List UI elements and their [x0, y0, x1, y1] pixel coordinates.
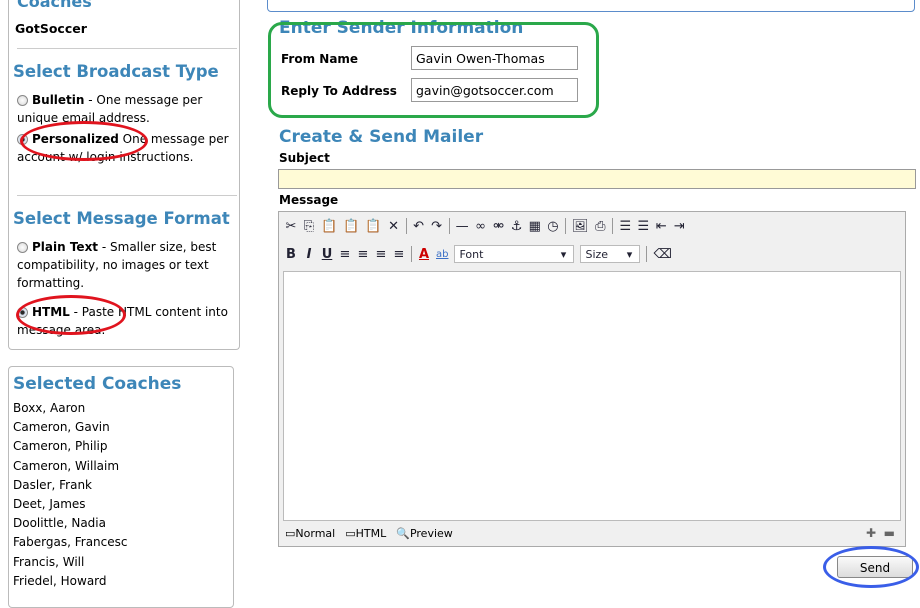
resize-controls: ✚ ▬	[866, 526, 895, 540]
paste-text-icon[interactable]: 📋	[343, 219, 359, 234]
blue-annotation-ring	[823, 546, 919, 588]
horizontal-rule-icon[interactable]: —	[456, 219, 469, 234]
list-item: Cameron, Philip	[13, 439, 108, 454]
redo-icon[interactable]: ↷	[431, 219, 443, 234]
toolbar-divider	[564, 218, 566, 234]
normal-mode-label: Normal	[295, 527, 336, 540]
toolbar-divider	[646, 246, 648, 262]
toolbar-divider	[405, 218, 407, 234]
divider	[17, 195, 237, 196]
html-mode-tab[interactable]: ▭HTML	[345, 527, 386, 540]
broadcast-type-heading: Select Broadcast Type	[13, 62, 219, 81]
normal-mode-tab[interactable]: ▭Normal	[285, 527, 335, 540]
list-item: Dasler, Frank	[13, 477, 92, 492]
size-select[interactable]: Size ▾	[580, 245, 641, 263]
plain-text-radio[interactable]	[17, 242, 28, 253]
pdf-icon[interactable]: ⎙	[594, 219, 606, 234]
bulletin-label: Bulletin	[32, 93, 85, 107]
editor-toolbar-row2: B I U ≡ ≡ ≡ ≡ A ab Font ▾ Size ▾ ⌫	[285, 245, 672, 263]
toolbar-divider	[612, 218, 614, 234]
divider	[17, 48, 237, 49]
paste-word-icon[interactable]: 📋	[365, 219, 381, 234]
message-editor: ✂ ⎘ 📋 📋 📋 ✕ ↶ ↷ — ∞ ⚮ ⚓ ▦ ◷ 🖼 ⎙ ☰ ☰ ⇤ ⇥ …	[278, 211, 906, 547]
editor-mode-bar: ▭Normal ▭HTML 🔍Preview	[285, 527, 453, 540]
link-icon[interactable]: ∞	[475, 219, 487, 234]
list-item: Cameron, Gavin	[13, 420, 110, 435]
green-annotation-ring	[268, 22, 599, 118]
highlight-color-icon[interactable]: ab	[436, 249, 448, 260]
justify-icon[interactable]: ≡	[393, 247, 405, 262]
selected-coaches-heading: Selected Coaches	[13, 374, 182, 394]
anchor-icon[interactable]: ⚓	[511, 219, 523, 234]
red-annotation-ring	[16, 295, 126, 335]
plain-text-label: Plain Text	[32, 240, 99, 254]
outdent-icon[interactable]: ⇤	[655, 219, 667, 234]
expand-icon[interactable]: ✚	[866, 526, 876, 540]
message-body[interactable]	[283, 271, 901, 521]
bulletin-radio[interactable]	[17, 95, 28, 106]
toolbar-divider	[411, 246, 412, 262]
list-item: Francis, Will	[13, 554, 85, 569]
chevron-down-icon: ▾	[560, 247, 567, 261]
unlink-icon[interactable]: ⚮	[493, 219, 505, 234]
list-item: Deet, James	[13, 497, 86, 512]
font-color-icon[interactable]: A	[418, 247, 430, 262]
align-center-icon[interactable]: ≡	[357, 247, 369, 262]
list-item: Boxx, Aaron	[13, 401, 86, 415]
image-icon[interactable]: 🖼	[572, 219, 589, 234]
shrink-icon[interactable]: ▬	[884, 526, 895, 540]
align-right-icon[interactable]: ≡	[375, 247, 387, 262]
list-item: Fabergas, Francesc	[13, 535, 128, 550]
delete-icon[interactable]: ✕	[388, 219, 400, 234]
plain-text-option[interactable]: Plain Text - Smaller size, best compatib…	[17, 238, 237, 292]
selected-coaches-panel: Selected Coaches Boxx, Aaron Cameron, Ga…	[8, 366, 234, 608]
paste-icon[interactable]: 📋	[321, 219, 337, 234]
copy-icon[interactable]: ⎘	[303, 219, 315, 234]
html-mode-label: HTML	[355, 527, 387, 540]
top-partial-field	[267, 0, 915, 12]
bulleted-list-icon[interactable]: ☰	[637, 219, 650, 234]
italic-icon[interactable]: I	[303, 247, 315, 262]
red-annotation-ring	[20, 121, 148, 161]
coaches-heading: Coaches	[17, 0, 92, 11]
message-label: Message	[279, 193, 339, 207]
toolbar-divider	[448, 218, 450, 234]
editor-toolbar-row1: ✂ ⎘ 📋 📋 📋 ✕ ↶ ↷ — ∞ ⚮ ⚓ ▦ ◷ 🖼 ⎙ ☰ ☰ ⇤ ⇥	[285, 218, 685, 234]
indent-icon[interactable]: ⇥	[673, 219, 685, 234]
chevron-down-icon: ▾	[626, 247, 633, 261]
size-select-value: Size	[585, 247, 609, 261]
clock-icon[interactable]: ◷	[547, 219, 559, 234]
align-left-icon[interactable]: ≡	[339, 247, 351, 262]
subject-input[interactable]	[278, 169, 916, 189]
subject-label: Subject	[279, 151, 330, 165]
bold-icon[interactable]: B	[285, 247, 297, 262]
cut-icon[interactable]: ✂	[285, 219, 297, 234]
list-item: Cameron, Willaim	[13, 458, 120, 473]
eraser-icon[interactable]: ⌫	[653, 247, 671, 262]
font-select[interactable]: Font ▾	[454, 245, 575, 263]
font-select-value: Font	[459, 247, 484, 261]
bulletin-option[interactable]: Bulletin - One message per unique email …	[17, 91, 237, 127]
coach-list: Boxx, Aaron Cameron, Gavin Cameron, Phil…	[13, 399, 127, 591]
underline-icon[interactable]: U	[321, 247, 333, 262]
message-format-heading: Select Message Format	[13, 209, 230, 228]
undo-icon[interactable]: ↶	[413, 219, 425, 234]
preview-mode-tab[interactable]: 🔍Preview	[396, 527, 453, 540]
club-name: GotSoccer	[15, 21, 87, 36]
preview-mode-label: Preview	[409, 527, 453, 540]
numbered-list-icon[interactable]: ☰	[619, 219, 632, 234]
list-item: Doolittle, Nadia	[13, 516, 106, 531]
table-icon[interactable]: ▦	[529, 219, 541, 234]
list-item: Friedel, Howard	[13, 573, 107, 588]
mailer-heading: Create & Send Mailer	[279, 127, 484, 147]
